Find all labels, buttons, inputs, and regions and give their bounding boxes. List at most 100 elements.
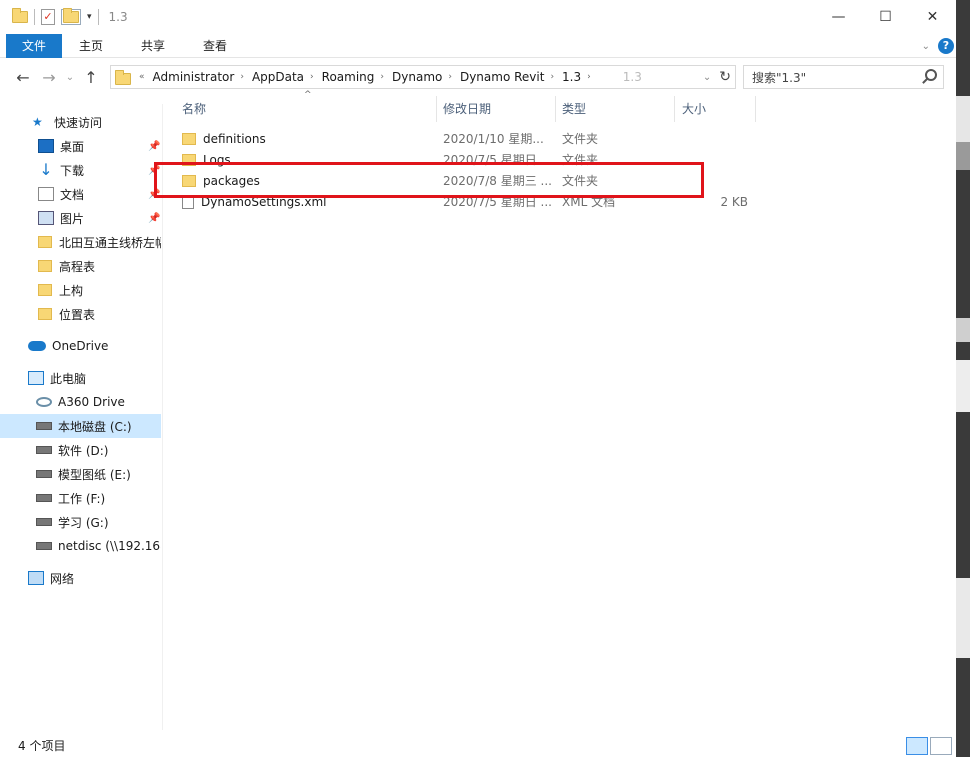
network-drive-icon [36, 542, 52, 550]
back-button[interactable]: ← [10, 68, 36, 87]
column-divider[interactable] [555, 96, 556, 122]
recent-locations-icon[interactable]: ⌄ [62, 72, 78, 83]
sidebar-item-label: 下载 [60, 163, 85, 178]
sidebar-item-documents[interactable]: 文档 📌 [0, 182, 161, 206]
sidebar-item-label: 快速访问 [54, 115, 103, 130]
sidebar-item-drive-c[interactable]: 本地磁盘 (C:) [0, 414, 161, 438]
sidebar-item-label: 软件 (D:) [58, 443, 109, 458]
file-date: 2020/1/10 星期... [443, 132, 544, 146]
breadcrumb-administrator[interactable]: Administrator [153, 70, 235, 84]
file-explorer-window: ✓ ▾ 1.3 — ☐ ✕ 文件 主页 共享 查看 ⌄ ? ← → ⌄ ↑ « … [0, 0, 956, 757]
search-icon[interactable] [925, 69, 937, 81]
file-name-cell: definitions [182, 132, 266, 146]
sidebar-item-label: 位置表 [59, 307, 96, 322]
chevron-right-icon[interactable]: › [550, 72, 554, 82]
minimize-button[interactable]: — [815, 0, 862, 34]
column-divider[interactable] [755, 96, 756, 122]
background-window-strip [956, 142, 970, 170]
sidebar-item-folder[interactable]: 位置表 [0, 302, 161, 326]
sidebar-item-this-pc[interactable]: 此电脑 [0, 366, 161, 390]
sidebar-item-downloads[interactable]: ↓ 下载 📌 [0, 158, 161, 182]
breadcrumb-dynamo-revit[interactable]: Dynamo Revit [460, 70, 544, 84]
breadcrumb-roaming[interactable]: Roaming [322, 70, 375, 84]
sidebar-item-label: 北田互通主线桥左幅 [59, 235, 161, 250]
sidebar-item-label: 工作 (F:) [58, 491, 106, 506]
sidebar-item-label: 此电脑 [50, 371, 87, 386]
expand-ribbon-icon[interactable]: ⌄ [922, 41, 930, 52]
column-divider[interactable] [674, 96, 675, 122]
item-count: 4 个项目 [18, 739, 66, 753]
column-header-type[interactable]: 类型 [562, 94, 586, 122]
sidebar-item-label: 文档 [60, 187, 85, 202]
sidebar-item-folder[interactable]: 上构 [0, 278, 161, 302]
search-input[interactable]: 搜索"1.3" [752, 69, 806, 86]
sidebar-item-netdisc[interactable]: netdisc (\\192.168 [0, 534, 161, 558]
details-view-icon[interactable] [906, 737, 928, 755]
sidebar-item-folder[interactable]: 北田互通主线桥左幅 [0, 230, 161, 254]
chevron-right-icon[interactable]: › [380, 72, 384, 82]
sidebar-item-onedrive[interactable]: OneDrive [0, 334, 161, 358]
file-type: 文件夹 [562, 132, 599, 146]
up-button[interactable]: ↑ [78, 68, 104, 87]
drive-icon [36, 494, 52, 502]
close-button[interactable]: ✕ [909, 0, 956, 34]
refresh-icon[interactable]: ↻ [719, 69, 731, 85]
column-header-date[interactable]: 修改日期 [443, 94, 491, 122]
address-dropdown-icon[interactable]: ⌄ [703, 72, 711, 83]
title-bar: ✓ ▾ 1.3 — ☐ ✕ [0, 0, 956, 34]
maximize-button[interactable]: ☐ [862, 0, 909, 34]
separator [34, 9, 35, 25]
navigation-pane: ★ 快速访问 桌面 📌 ↓ 下载 📌 文档 📌 图片 📌 北田互通主线桥左幅 高… [0, 104, 163, 730]
sidebar-item-drive-g[interactable]: 学习 (G:) [0, 510, 161, 534]
tab-view[interactable]: 查看 [190, 34, 240, 58]
help-icon[interactable]: ? [938, 38, 954, 54]
sidebar-item-quick-access[interactable]: ★ 快速访问 [0, 110, 161, 134]
quick-access-toolbar: ✓ ▾ [0, 8, 99, 25]
chevron-right-icon[interactable]: › [310, 72, 314, 82]
sidebar-item-label: 上构 [59, 283, 84, 298]
background-window-strip [956, 360, 970, 412]
folder-icon [38, 284, 52, 296]
sidebar-item-drive-e[interactable]: 模型图纸 (E:) [0, 462, 161, 486]
sidebar-item-a360[interactable]: A360 Drive [0, 390, 161, 414]
file-name: definitions [203, 131, 266, 146]
sidebar-item-folder[interactable]: 高程表 [0, 254, 161, 278]
sidebar-item-network[interactable]: 网络 [0, 566, 161, 590]
properties-icon[interactable]: ✓ [41, 9, 55, 25]
breadcrumb-1-3[interactable]: 1.3 [562, 70, 581, 84]
search-box[interactable]: 搜索"1.3" [743, 65, 944, 89]
breadcrumb-dynamo[interactable]: Dynamo [392, 70, 442, 84]
forward-button[interactable]: → [36, 68, 62, 87]
tab-share[interactable]: 共享 [128, 34, 178, 58]
customize-toolbar-dropdown-icon[interactable]: ▾ [87, 12, 92, 22]
large-icons-view-icon[interactable] [930, 737, 952, 755]
chevron-right-icon[interactable]: › [587, 72, 591, 82]
tab-file[interactable]: 文件 [6, 33, 62, 58]
sidebar-item-drive-d[interactable]: 软件 (D:) [0, 438, 161, 462]
file-row[interactable]: definitions 2020/1/10 星期... 文件夹 [174, 128, 954, 149]
address-bar[interactable]: « Administrator › AppData › Roaming › Dy… [110, 65, 736, 89]
folder-icon[interactable] [12, 8, 28, 23]
window-title: 1.3 [108, 10, 128, 24]
tab-home[interactable]: 主页 [66, 34, 116, 58]
sidebar-item-label: 图片 [60, 211, 85, 226]
pin-icon[interactable]: 📌 [148, 213, 160, 224]
navigation-bar: ← → ⌄ ↑ « Administrator › AppData › Roam… [0, 60, 956, 94]
chevron-right-icon[interactable]: › [240, 72, 244, 82]
cloud-icon [28, 341, 46, 351]
column-header-size[interactable]: 大小 [682, 94, 706, 122]
sidebar-item-label: 模型图纸 (E:) [58, 467, 131, 482]
chevron-right-icon[interactable]: › [448, 72, 452, 82]
folder-icon [38, 236, 52, 248]
breadcrumb-appdata[interactable]: AppData [252, 70, 304, 84]
sidebar-item-pictures[interactable]: 图片 📌 [0, 206, 161, 230]
overflow-chevron-icon[interactable]: « [139, 72, 145, 82]
sidebar-item-label: 网络 [50, 571, 75, 586]
column-divider[interactable] [436, 96, 437, 122]
pin-icon[interactable]: 📌 [148, 141, 160, 152]
new-folder-button[interactable] [61, 8, 81, 25]
column-header-name[interactable]: 名称 [182, 94, 206, 122]
sidebar-item-label: netdisc (\\192.168 [58, 539, 161, 553]
sidebar-item-desktop[interactable]: 桌面 📌 [0, 134, 161, 158]
sidebar-item-drive-f[interactable]: 工作 (F:) [0, 486, 161, 510]
